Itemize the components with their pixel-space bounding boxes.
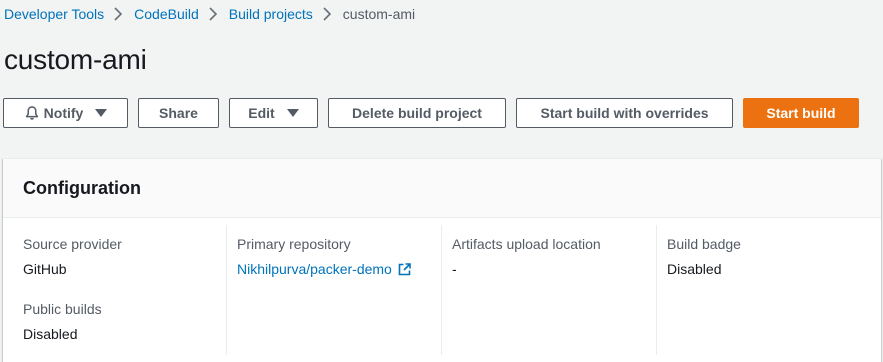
start-overrides-label: Start build with overrides (540, 105, 709, 121)
primary-repository-link[interactable]: Nikhilpurva/packer-demo (237, 261, 411, 277)
breadcrumb-current: custom-ami (342, 6, 416, 22)
source-provider-label: Source provider (23, 236, 122, 252)
column-badge: Build badge Disabled (656, 225, 871, 355)
start-build-label: Start build (766, 105, 836, 121)
page-title: custom-ami (4, 44, 147, 75)
delete-label: Delete build project (352, 105, 482, 121)
build-badge-label: Build badge (667, 236, 741, 252)
caret-down-icon (286, 109, 299, 117)
share-button[interactable]: Share (138, 98, 219, 128)
configuration-panel: Configuration Source provider GitHub Pub… (3, 158, 881, 362)
build-badge-value: Disabled (667, 261, 722, 277)
chevron-right-icon (199, 6, 229, 22)
caret-down-icon (95, 109, 108, 117)
notify-button[interactable]: Notify (3, 98, 128, 128)
column-artifacts: Artifacts upload location - (441, 225, 656, 355)
start-build-with-overrides-button[interactable]: Start build with overrides (516, 98, 733, 128)
primary-repository-value: Nikhilpurva/packer-demo (237, 261, 392, 277)
edit-button[interactable]: Edit (229, 98, 318, 128)
column-repository: Primary repository Nikhilpurva/packer-de… (226, 225, 441, 355)
public-builds-value: Disabled (23, 326, 78, 342)
source-provider-value: GitHub (23, 261, 67, 277)
column-source: Source provider GitHub Public builds Dis… (23, 225, 226, 355)
breadcrumb-build-projects[interactable]: Build projects (229, 6, 313, 22)
panel-header: Configuration (3, 159, 881, 218)
primary-repository-label: Primary repository (237, 236, 351, 252)
edit-label: Edit (248, 105, 275, 121)
panel-title: Configuration (23, 178, 141, 198)
chevron-right-icon (313, 6, 343, 22)
start-build-button[interactable]: Start build (743, 98, 859, 128)
artifacts-upload-location-label: Artifacts upload location (452, 236, 601, 252)
breadcrumb-codebuild[interactable]: CodeBuild (134, 6, 199, 22)
notify-label: Notify (43, 105, 84, 121)
chevron-right-icon (104, 6, 134, 22)
external-link-icon (398, 262, 411, 276)
artifacts-upload-location-value: - (452, 261, 457, 277)
breadcrumb-developer-tools[interactable]: Developer Tools (4, 6, 104, 22)
delete-build-project-button[interactable]: Delete build project (328, 98, 506, 128)
public-builds-label: Public builds (23, 301, 102, 317)
share-label: Share (159, 105, 198, 121)
breadcrumb: Developer Tools CodeBuild Build projects… (4, 5, 415, 23)
bell-icon (24, 105, 40, 121)
